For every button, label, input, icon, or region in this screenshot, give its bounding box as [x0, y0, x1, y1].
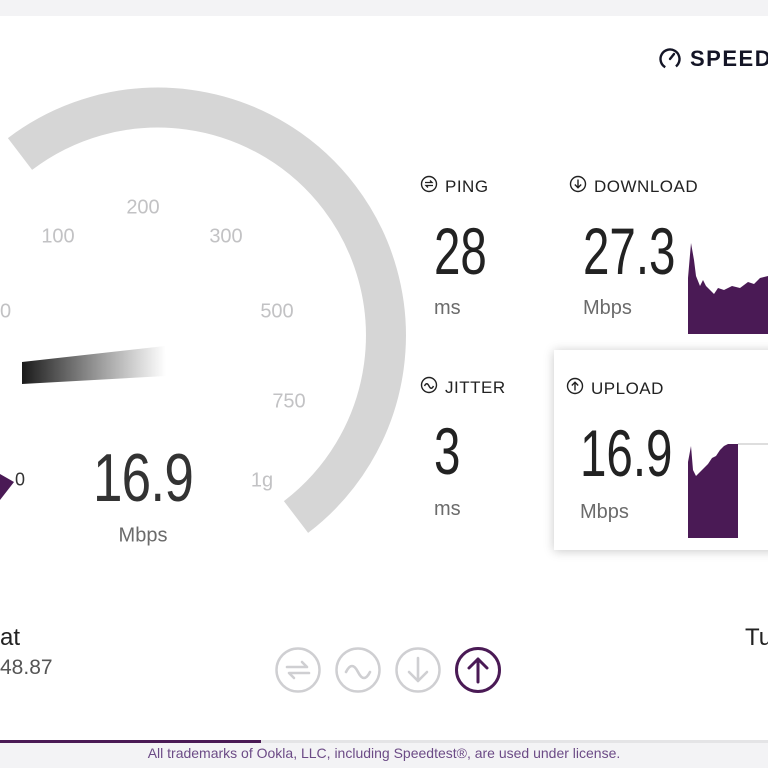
jitter-nav-icon[interactable] [334, 646, 382, 694]
upload-label: UPLOAD [566, 377, 664, 400]
ping-icon [420, 175, 438, 198]
ping-label: PING [420, 175, 489, 198]
download-nav-icon[interactable] [394, 646, 442, 694]
ping-nav-icon[interactable] [274, 646, 322, 694]
current-speed-value: 16.9 [92, 440, 194, 516]
gauge-tick: 200 [126, 196, 160, 219]
upload-label-text: UPLOAD [591, 378, 664, 398]
gauge-tick: 500 [260, 300, 294, 323]
result-nav [274, 646, 502, 694]
gauge-pointer-base [0, 474, 14, 500]
test-progress-fill [0, 740, 262, 743]
jitter-label-text: JITTER [445, 377, 506, 397]
jitter-unit: ms [434, 498, 461, 520]
jitter-label: JITTER [420, 376, 506, 399]
download-label: DOWNLOAD [569, 175, 698, 198]
upload-nav-icon[interactable] [454, 646, 502, 694]
gauge-tick: 50 [0, 300, 12, 323]
upload-unit: Mbps [580, 501, 629, 523]
upload-graph [688, 443, 768, 538]
isp-name: at [0, 624, 21, 651]
gauge-tick: 100 [41, 225, 75, 248]
download-graph [688, 243, 768, 334]
gauge-tick-zero: 0 [14, 469, 26, 490]
gauge-needle [22, 346, 166, 384]
ping-label-text: PING [445, 176, 489, 196]
gauge-tick: 1g [250, 469, 274, 492]
gauge-tick: 750 [272, 390, 306, 413]
download-label-text: DOWNLOAD [594, 176, 699, 196]
ping-unit: ms [434, 297, 461, 319]
trademark-footer: All trademarks of Ookla, LLC, including … [147, 745, 621, 761]
server-name[interactable]: Tu [745, 624, 768, 652]
test-progress-bar [0, 740, 768, 743]
current-speed-unit: Mbps [118, 524, 168, 547]
isp-ip-address: 48.87 [0, 656, 53, 679]
upload-arrow-icon [566, 377, 584, 400]
jitter-icon [420, 376, 438, 399]
jitter-value: 3 [434, 414, 461, 488]
download-arrow-icon [569, 175, 587, 198]
gauge-tick: 300 [209, 225, 243, 248]
download-unit: Mbps [583, 297, 632, 319]
ping-value: 28 [434, 214, 487, 288]
